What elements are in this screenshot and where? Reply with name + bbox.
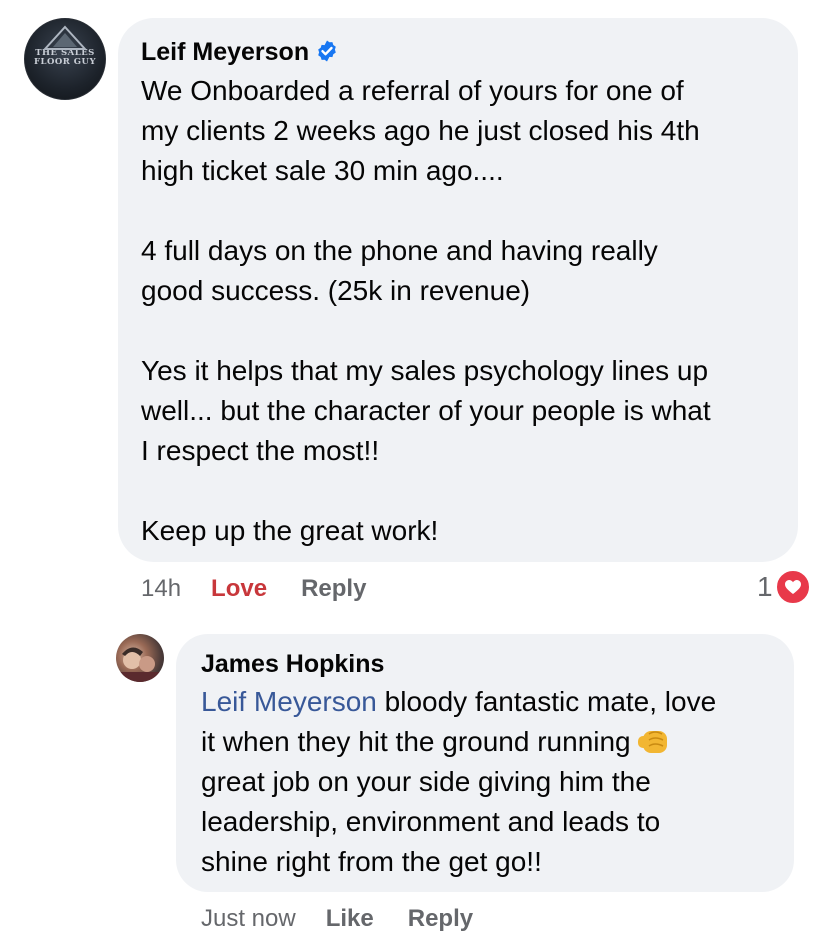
comment-line: good success. (25k in revenue) (141, 275, 531, 306)
comment-line: Keep up the great work! (141, 515, 439, 546)
avatar-james-hopkins[interactable] (116, 634, 164, 682)
fist-bump-icon (637, 730, 667, 753)
reply-line: leadership, environment and leads to (201, 806, 661, 837)
comment-author-name[interactable]: Leif Meyerson (141, 38, 309, 66)
comment-timestamp[interactable]: 14h (141, 575, 181, 603)
reaction-summary[interactable]: 1 (757, 569, 811, 605)
reply-actions: Just now Like Reply (201, 905, 473, 933)
reply-line: it when they hit the ground running (201, 722, 791, 762)
comment-actions: 14h Love Reply (141, 575, 366, 603)
reply-line: Leif Meyerson bloody fantastic mate, lov… (201, 682, 791, 722)
reply-line: shine right from the get go!! (201, 846, 542, 877)
verified-badge-icon (318, 40, 336, 62)
reply-author[interactable]: James Hopkins (201, 650, 384, 679)
avatar-logo-text: THE SALES FLOOR GUY (33, 48, 97, 67)
heart-icon (774, 569, 811, 605)
love-reaction-button[interactable]: Love (211, 575, 267, 603)
reply-button[interactable]: Reply (408, 905, 473, 933)
comment-author[interactable]: Leif Meyerson (141, 38, 339, 67)
reply-body: Leif Meyerson bloody fantastic mate, lov… (201, 682, 791, 882)
logo-diamond-icon (43, 25, 87, 50)
comment-line: 4 full days on the phone and having real… (141, 235, 658, 266)
like-button[interactable]: Like (326, 905, 374, 933)
comment-line: high ticket sale 30 min ago.... (141, 155, 504, 186)
comment-body: We Onboarded a referral of yours for one… (141, 71, 791, 551)
avatar-leif-meyerson[interactable]: THE SALES FLOOR GUY (24, 18, 106, 100)
comment-line: well... but the character of your people… (141, 395, 711, 426)
comment-line: I respect the most!! (141, 435, 380, 466)
reaction-count: 1 (757, 571, 773, 602)
reply-timestamp[interactable]: Just now (201, 905, 296, 933)
reply-text: it when they hit the ground running (201, 726, 631, 757)
reply-text: bloody fantastic mate, love (376, 686, 717, 717)
comment-line: We Onboarded a referral of yours for one… (141, 75, 684, 106)
avatar-photo-icon (116, 647, 164, 682)
mention-link[interactable]: Leif Meyerson (201, 686, 377, 717)
comment-line: Yes it helps that my sales psychology li… (141, 355, 709, 386)
reply-line: great job on your side giving him the (201, 766, 651, 797)
reply-button[interactable]: Reply (301, 575, 366, 603)
comment-line: my clients 2 weeks ago he just closed hi… (141, 115, 700, 146)
